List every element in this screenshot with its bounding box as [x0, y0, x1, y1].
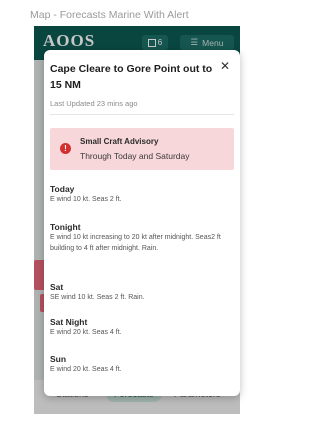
forecast-period: Tonight E wind 10 kt increasing to 20 kt…: [50, 221, 226, 254]
forecast-period: Sun E wind 20 kt. Seas 4 ft.: [50, 353, 226, 376]
period-name: Sat Night: [50, 317, 88, 327]
modal-title: Cape Cleare to Gore Point out to 15 NM: [50, 63, 213, 91]
forecast-modal: ✕ Cape Cleare to Gore Point out to 15 NM…: [44, 50, 240, 396]
advisory-banner: ! Small Craft Advisory Through Today and…: [50, 128, 234, 170]
period-text: E wind 10 kt. Seas 2 ft.: [50, 196, 122, 203]
period-name: Tonight: [50, 222, 81, 232]
period-name: Sat: [50, 282, 64, 292]
advisory-subtitle: Through Today and Saturday: [80, 151, 190, 161]
period-text: SE wind 10 kt. Seas 2 ft. Rain.: [50, 294, 145, 301]
screenshot-caption: Map - Forecasts Marine With Alert: [30, 9, 189, 21]
close-icon[interactable]: ✕: [220, 59, 230, 73]
period-text: E wind 10 kt increasing to 20 kt after m…: [50, 234, 221, 252]
period-text: E wind 20 kt. Seas 4 ft.: [50, 329, 122, 336]
period-name: Sun: [50, 354, 67, 364]
advisory-title: Small Craft Advisory: [80, 137, 159, 146]
divider: [50, 114, 234, 115]
forecast-period: Sat SE wind 10 kt. Seas 2 ft. Rain.: [50, 281, 226, 304]
forecast-period: Sat Night E wind 20 kt. Seas 4 ft.: [50, 316, 226, 339]
period-name: Today: [50, 184, 75, 194]
last-updated: Last Updated 23 mins ago: [50, 99, 138, 108]
period-text: E wind 20 kt. Seas 4 ft.: [50, 366, 122, 373]
alert-icon: !: [60, 143, 71, 154]
forecast-period: Today E wind 10 kt. Seas 2 ft.: [50, 183, 226, 206]
